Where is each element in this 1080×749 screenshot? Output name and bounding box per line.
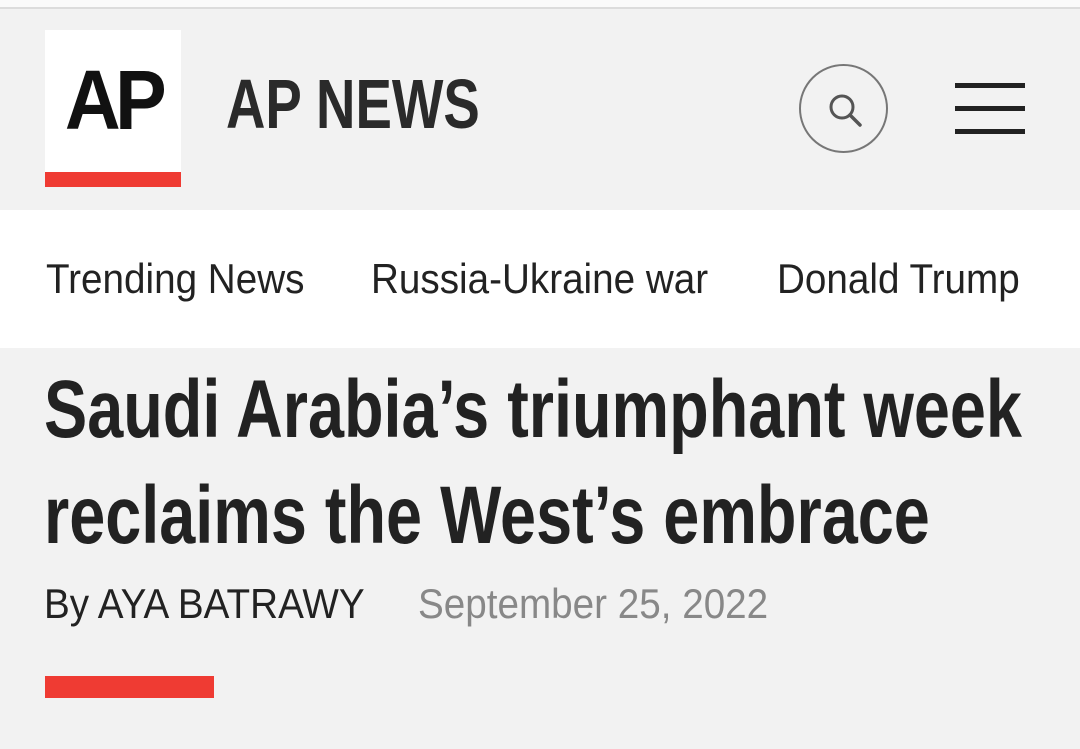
headline-line-1: Saudi Arabia’s triumphant week (44, 364, 1022, 455)
menu-button[interactable] (955, 83, 1025, 135)
search-icon (829, 94, 862, 127)
page: AP AP NEWS Trending News Russia-Ukraine … (0, 0, 1080, 749)
publish-date: September 25, 2022 (418, 580, 769, 627)
nav-item-russia-ukraine-war[interactable]: Russia-Ukraine war (371, 258, 708, 300)
trending-nav: Trending News Russia-Ukraine war Donald … (0, 210, 1080, 348)
logo-accent-bar (45, 172, 181, 187)
logo-text: AP (64, 53, 167, 147)
top-divider (0, 0, 1080, 9)
hamburger-menu-icon (955, 129, 1025, 134)
headline-line-2: reclaims the West’s embrace (44, 470, 930, 561)
hamburger-menu-icon (955, 106, 1025, 111)
article-headline: Saudi Arabia’s triumphant week reclaims … (44, 357, 1022, 569)
search-button[interactable] (799, 64, 888, 153)
hamburger-menu-icon (955, 83, 1025, 88)
nav-item-donald-trump[interactable]: Donald Trump (777, 258, 1020, 300)
ap-logo[interactable]: AP (45, 30, 181, 187)
article-accent-bar (45, 676, 214, 698)
site-header: AP AP NEWS (0, 11, 1080, 209)
site-title[interactable]: AP NEWS (226, 69, 480, 139)
author-link[interactable]: By AYA BATRAWY (44, 580, 365, 627)
nav-item-trending-news[interactable]: Trending News (46, 258, 304, 300)
article-byline: By AYA BATRAWY September 25, 2022 (44, 583, 768, 625)
